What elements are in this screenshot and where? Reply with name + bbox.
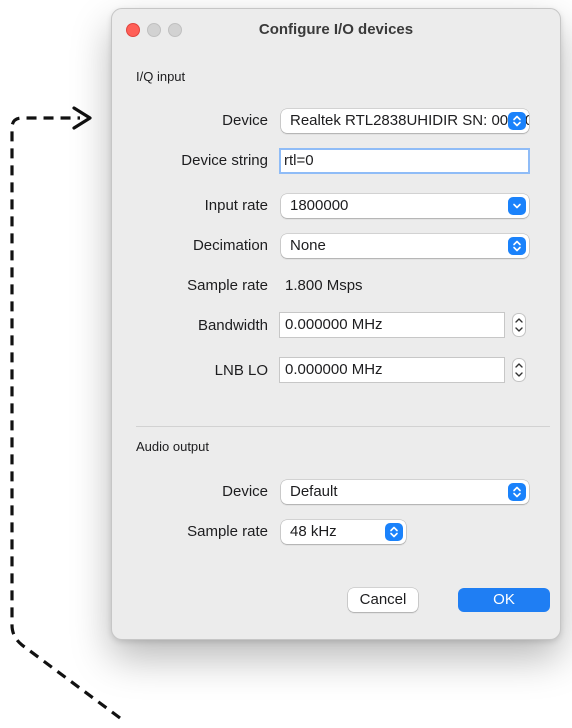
lnb-lo-stepper-icon[interactable] <box>512 358 526 382</box>
audio-output-section-label: Audio output <box>136 439 210 454</box>
updown-chevron-icon <box>385 523 403 541</box>
cancel-button[interactable]: Cancel <box>348 588 418 612</box>
updown-chevron-icon <box>508 112 526 130</box>
sample-rate-value: 1.800 Msps <box>285 277 363 294</box>
lnb-lo-input[interactable]: 0.000000 MHz <box>279 357 505 383</box>
device-string-label: Device string <box>181 152 268 169</box>
bandwidth-stepper-icon[interactable] <box>512 313 526 337</box>
iq-input-section-label: I/Q input <box>136 69 186 84</box>
decimation-select[interactable]: None <box>281 234 529 258</box>
iq-device-select[interactable]: Realtek RTL2838UHIDIR SN: 00000001 <box>281 109 529 133</box>
audio-device-select[interactable]: Default <box>281 480 529 504</box>
iq-device-label: Device <box>222 112 268 129</box>
bandwidth-label: Bandwidth <box>197 317 268 334</box>
lnb-lo-label: LNB LO <box>214 362 268 379</box>
audio-sample-rate-value: 48 kHz <box>290 523 337 540</box>
decimation-value: None <box>290 237 326 254</box>
window-title: Configure I/O devices <box>258 21 414 38</box>
updown-chevron-icon <box>508 483 526 501</box>
updown-chevron-icon <box>508 237 526 255</box>
input-rate-combobox[interactable]: 1800000 <box>281 194 529 218</box>
audio-sample-rate-select[interactable]: 48 kHz <box>281 520 406 544</box>
bandwidth-input[interactable]: 0.000000 MHz <box>279 312 505 338</box>
input-rate-value: 1800000 <box>290 197 349 214</box>
decimation-label: Decimation <box>192 237 268 254</box>
title-bar: Configure I/O devices <box>112 9 560 49</box>
section-divider <box>136 426 550 427</box>
ok-button[interactable]: OK <box>458 588 550 612</box>
audio-device-label: Device <box>222 483 268 500</box>
configure-io-dialog: Configure I/O devices I/Q input Device R… <box>111 8 561 640</box>
iq-device-value: Realtek RTL2838UHIDIR SN: 00000001 <box>290 112 529 129</box>
chevron-down-icon[interactable] <box>508 197 526 215</box>
sample-rate-label: Sample rate <box>187 277 268 294</box>
audio-sample-rate-label: Sample rate <box>187 523 268 540</box>
input-rate-label: Input rate <box>204 197 268 214</box>
audio-device-value: Default <box>290 483 338 500</box>
device-string-input[interactable]: rtl=0 <box>279 148 530 174</box>
